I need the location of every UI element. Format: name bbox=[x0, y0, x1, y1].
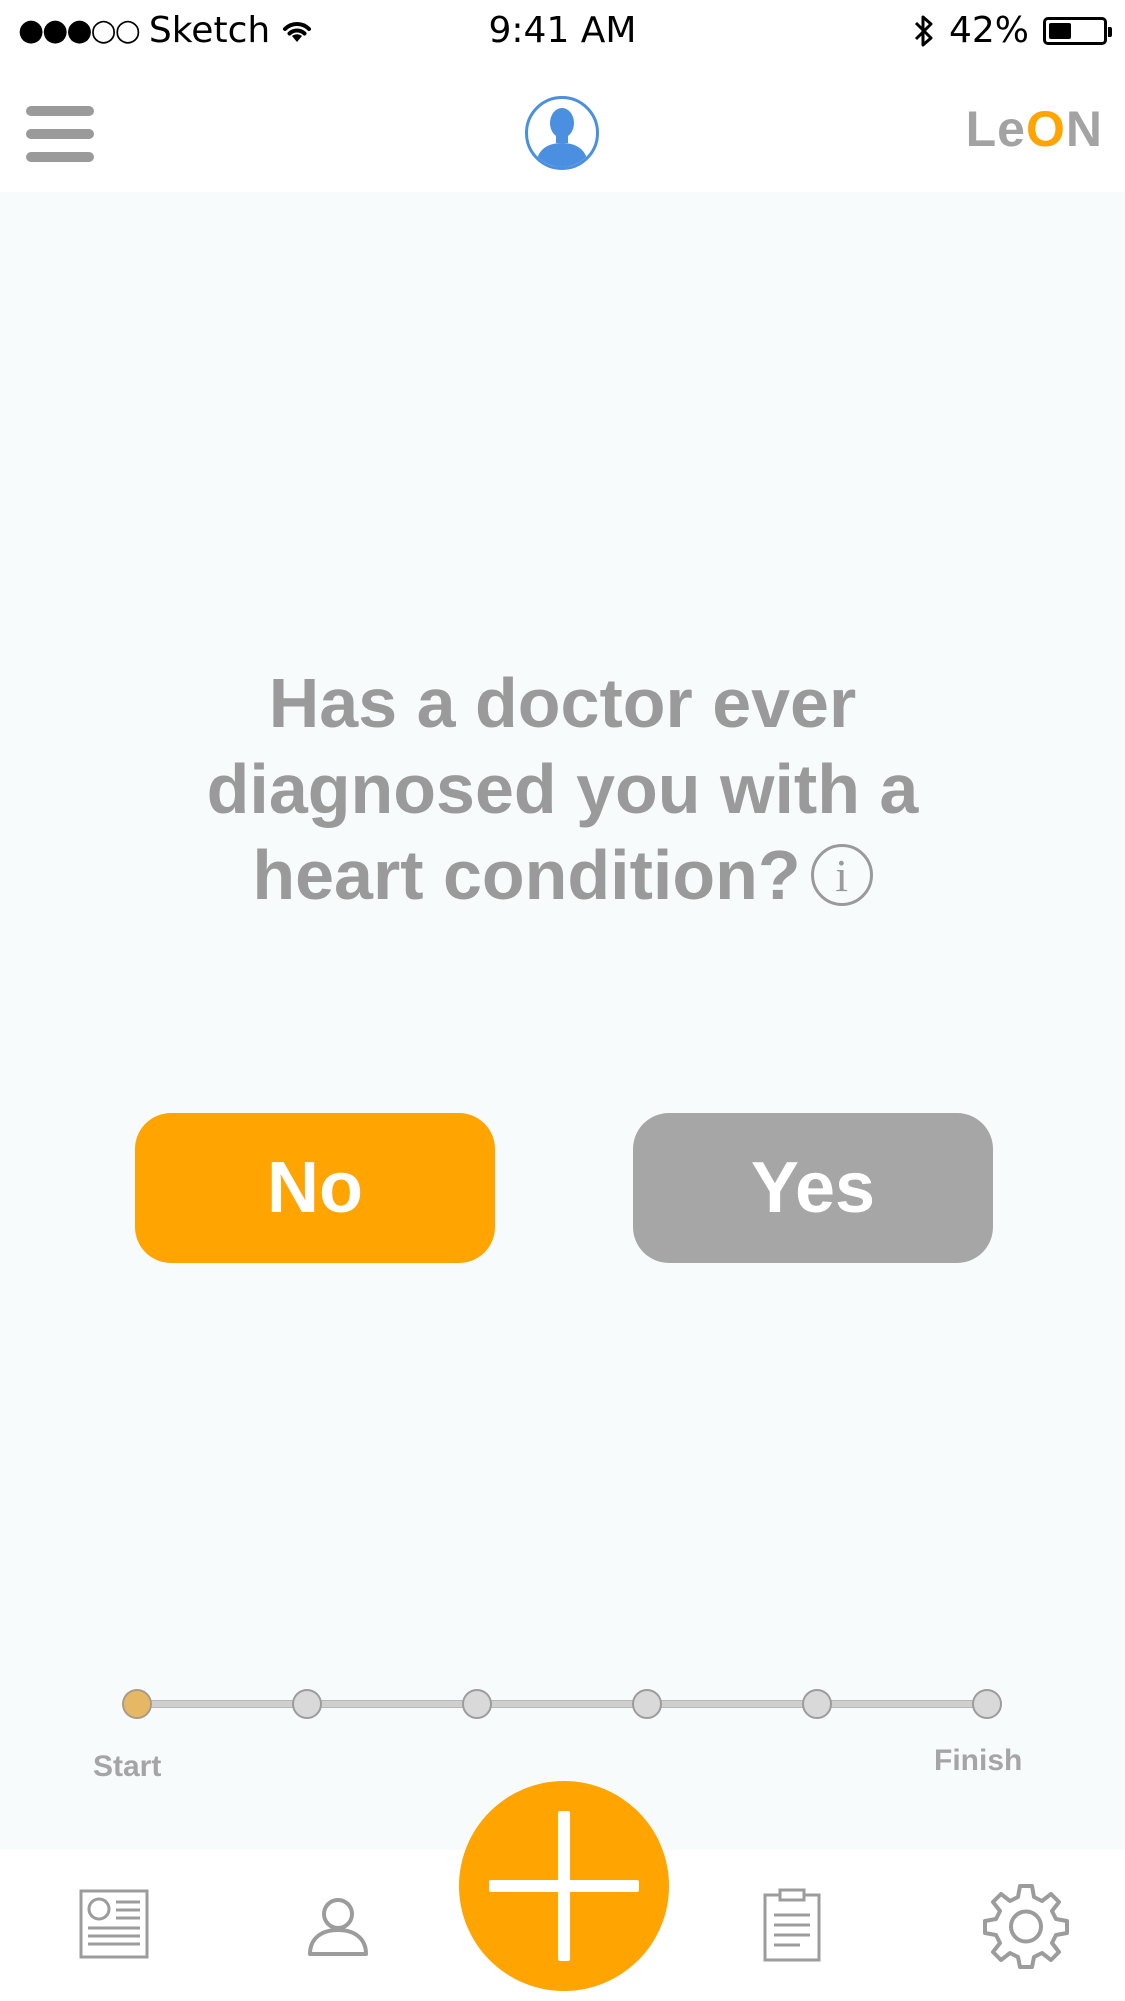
info-glyph: i bbox=[835, 849, 849, 901]
user-avatar[interactable] bbox=[525, 96, 599, 170]
tab-clipboard[interactable] bbox=[762, 1887, 822, 1967]
progress-step-5 bbox=[802, 1689, 832, 1719]
tab-profile[interactable] bbox=[306, 1894, 370, 1962]
tab-settings[interactable] bbox=[980, 1880, 1072, 1976]
hamburger-menu-icon[interactable] bbox=[26, 106, 94, 162]
profile-icon bbox=[308, 1898, 368, 1956]
status-bar: ●●●○○ Sketch 9:41 AM 42% bbox=[0, 0, 1125, 60]
progress-track bbox=[137, 1700, 987, 1708]
logo-suffix: N bbox=[1065, 101, 1103, 157]
progress-step-1 bbox=[122, 1689, 152, 1719]
progress-step-2 bbox=[292, 1689, 322, 1719]
gear-icon bbox=[983, 1884, 1069, 1969]
add-button[interactable] bbox=[459, 1781, 669, 1991]
question-card: Has a doctor ever diagnosed you with a h… bbox=[140, 660, 985, 918]
progress-start-label: Start bbox=[93, 1750, 162, 1783]
progress-finish-label: Finish bbox=[934, 1744, 1023, 1777]
newspaper-icon bbox=[79, 1889, 149, 1959]
user-silhouette-icon bbox=[536, 108, 588, 167]
leon-logo: LeON bbox=[966, 100, 1103, 158]
progress-step-6 bbox=[972, 1689, 1002, 1719]
logo-prefix: Le bbox=[965, 101, 1026, 157]
no-button[interactable]: No bbox=[135, 1113, 495, 1263]
bluetooth-icon bbox=[914, 15, 933, 46]
battery-percent: 42% bbox=[948, 10, 1029, 51]
tab-news[interactable] bbox=[78, 1888, 150, 1964]
battery-level bbox=[1049, 22, 1071, 39]
clipboard-icon bbox=[763, 1888, 821, 1962]
yes-button[interactable]: Yes bbox=[633, 1113, 993, 1263]
status-right: 42% bbox=[913, 10, 1112, 51]
add-icon bbox=[558, 1811, 570, 1961]
battery-icon bbox=[1043, 16, 1112, 45]
progress-step-4 bbox=[632, 1689, 662, 1719]
progress-step-3 bbox=[462, 1689, 492, 1719]
logo-accent: O bbox=[1025, 101, 1066, 157]
info-icon[interactable]: i bbox=[810, 843, 873, 906]
